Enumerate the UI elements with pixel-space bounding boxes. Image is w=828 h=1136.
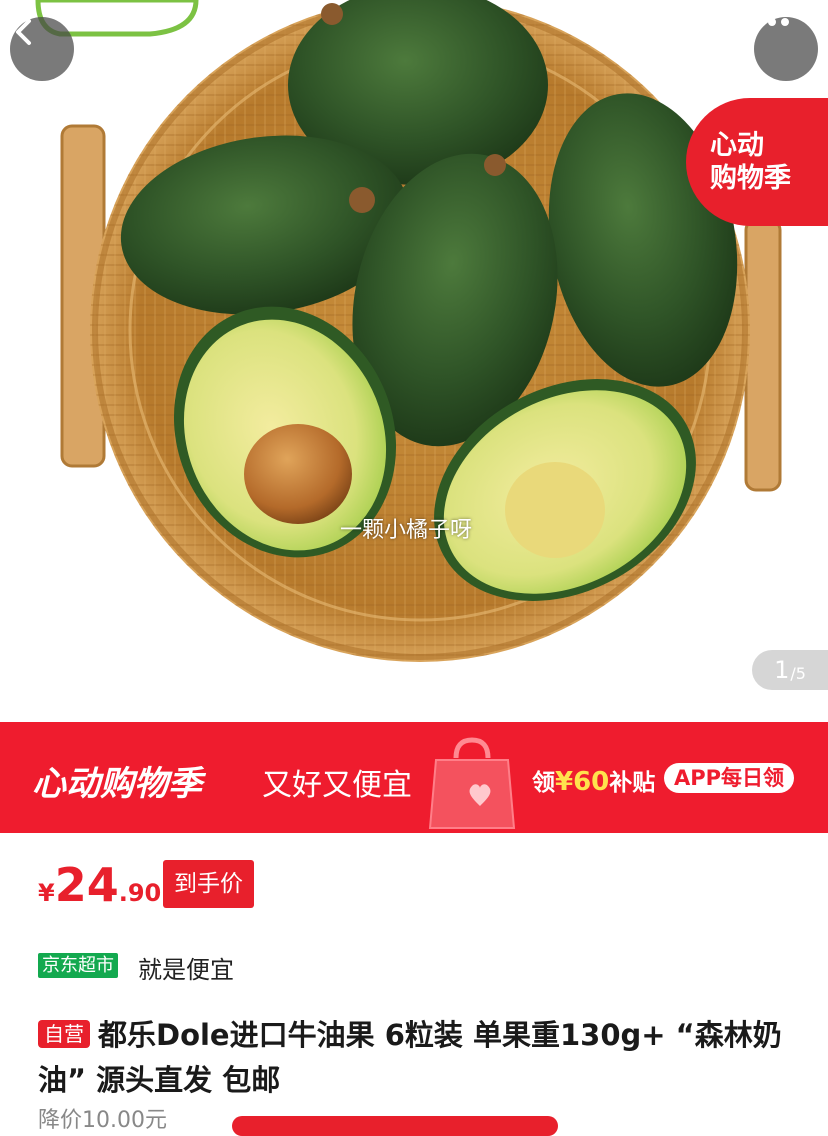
shopping-bag-icon: [428, 737, 516, 829]
product-price: ¥24.90: [38, 858, 161, 912]
price-decimal: .90: [118, 879, 162, 907]
back-button[interactable]: [10, 17, 74, 81]
banner-main-text: 心动购物季: [32, 764, 202, 804]
product-image-gallery[interactable]: 心动 购物季 一颗小橘子呀 1/5: [0, 0, 828, 722]
price-currency: ¥: [38, 879, 55, 907]
banner-sub-text: 又好又便宜: [262, 768, 412, 803]
ellipsis-icon: [755, 18, 789, 26]
page-current: 1: [774, 656, 790, 684]
promo-banner[interactable]: 心动购物季 又好又便宜 领¥60补贴 APP每日领: [0, 722, 828, 833]
product-title: 自营 都乐Dole进口牛油果 6粒装 单果重130g+ “森林奶油” 源头直发 包…: [38, 1013, 798, 1103]
price-drop-note: 降价10.00元: [38, 1108, 167, 1133]
promo-corner-line2: 购物季: [710, 163, 791, 194]
product-title-text: 都乐Dole进口牛油果 6粒装 单果重130g+ “森林奶油” 源头直发 包邮: [38, 1018, 782, 1097]
store-slogan: 就是便宜: [138, 956, 234, 984]
self-operated-tag: 自营: [38, 1020, 90, 1048]
promo-corner-line1: 心动: [710, 130, 764, 161]
image-page-indicator: 1/5: [752, 650, 828, 690]
final-price-tag: 到手价: [163, 860, 254, 908]
page-total: /5: [790, 663, 806, 683]
promo-corner-badge[interactable]: 心动 购物季: [686, 98, 828, 226]
banner-coupon-text: 领¥60补贴: [532, 763, 655, 797]
coupon-amount: ¥60: [555, 767, 610, 797]
app-daily-badge[interactable]: APP每日领: [664, 763, 795, 793]
more-options-button[interactable]: [754, 17, 818, 81]
avocado-basket-image: [35, 0, 782, 662]
store-badge[interactable]: 京东超市: [38, 953, 118, 978]
chevron-left-icon: [16, 19, 31, 45]
price-integer: 24: [54, 858, 119, 912]
image-watermark: 一颗小橘子呀: [340, 518, 473, 543]
bottom-promo-pill[interactable]: [232, 1116, 558, 1136]
coupon-suffix: 补贴: [609, 770, 656, 796]
coupon-prefix: 领: [532, 770, 555, 796]
